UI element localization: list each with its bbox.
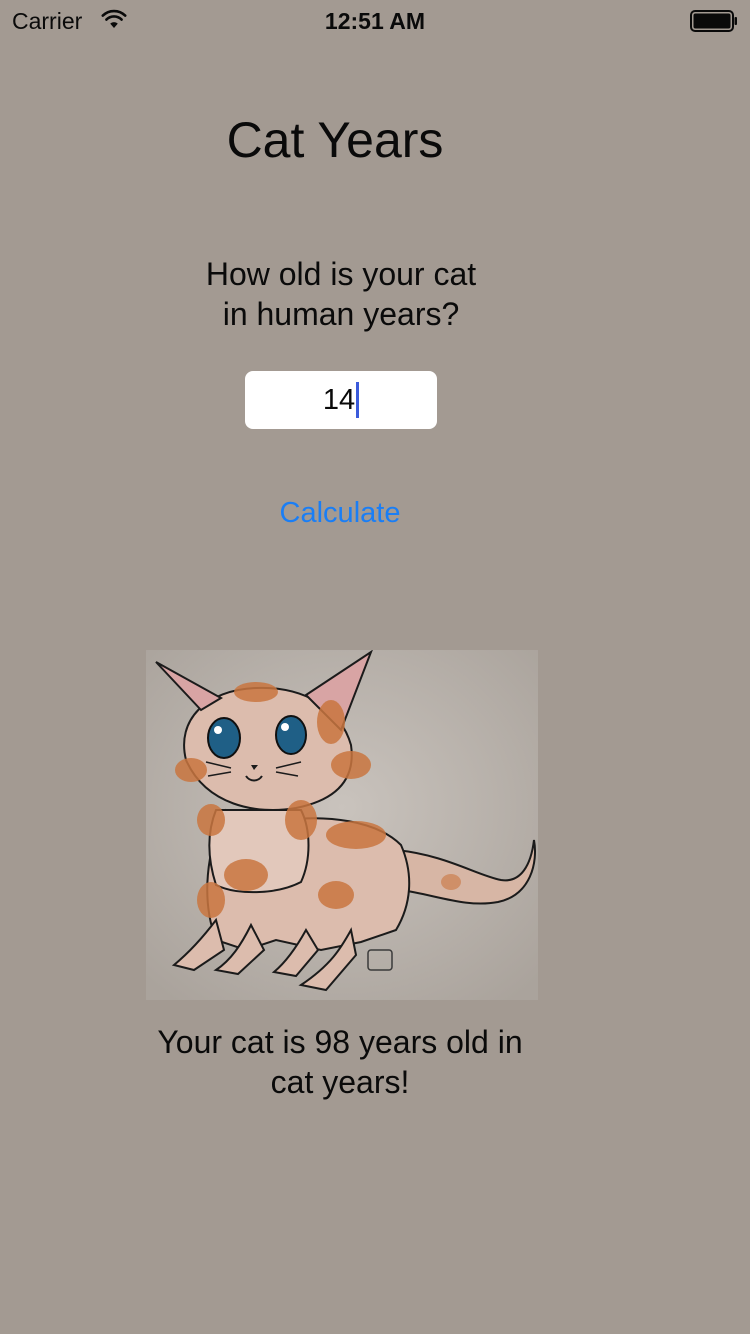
calculate-button[interactable]: Calculate bbox=[240, 493, 440, 533]
age-input-value: 14 bbox=[322, 384, 356, 416]
text-cursor bbox=[356, 382, 360, 418]
question-text: How old is your cat in human years? bbox=[205, 256, 477, 332]
status-bar: Carrier 12:51 AM bbox=[0, 0, 750, 40]
question-label: How old is your cat in human years? bbox=[141, 254, 541, 334]
status-time: 12:51 AM bbox=[324, 8, 426, 34]
result-text: Your cat is 98 years old in cat years! bbox=[157, 1024, 523, 1100]
age-input[interactable]: 14 bbox=[245, 371, 437, 429]
cat-illustration bbox=[146, 650, 538, 1000]
page-title: Cat Years bbox=[226, 112, 444, 168]
battery-full-icon bbox=[690, 10, 737, 32]
result-label: Your cat is 98 years old in cat years! bbox=[120, 1022, 560, 1102]
